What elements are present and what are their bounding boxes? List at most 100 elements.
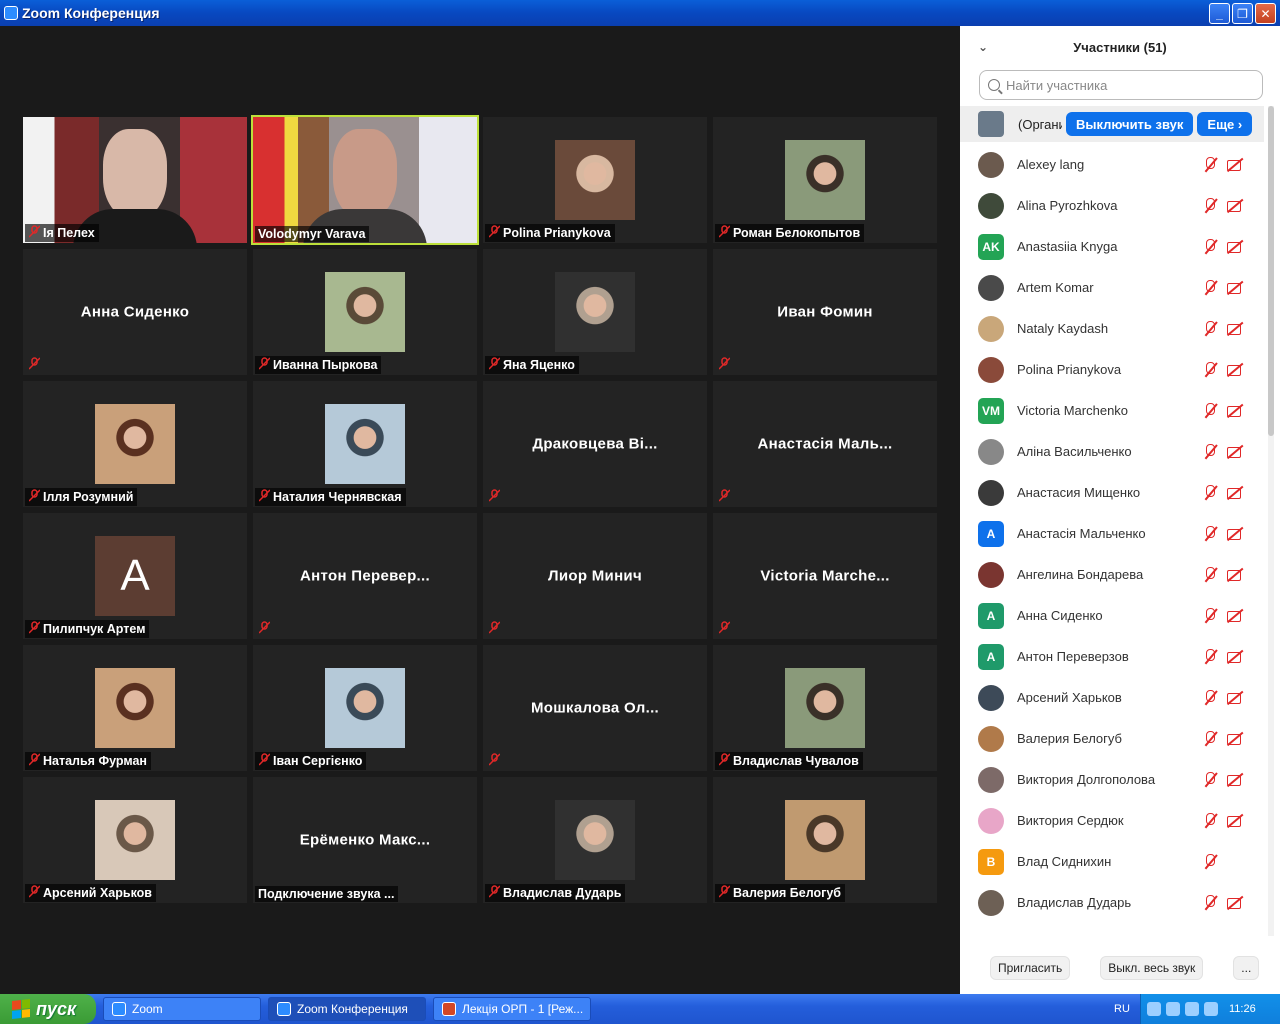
video-tile[interactable]: Иван Фомин <box>713 249 937 375</box>
camera-off-icon <box>1226 238 1244 254</box>
list-item[interactable]: Ангелина Бондарева <box>960 554 1264 595</box>
mute-all-button[interactable]: Выкл. весь звук <box>1100 956 1204 980</box>
mute-button[interactable]: Выключить звук <box>1066 112 1194 136</box>
video-tile[interactable]: Антон Перевер... <box>253 513 477 639</box>
video-tile[interactable]: Наталья Фурман <box>23 645 247 771</box>
maximize-button[interactable]: ❐ <box>1232 3 1253 24</box>
more-options-button[interactable]: ... <box>1233 956 1260 980</box>
mic-muted-icon[interactable] <box>1202 402 1218 419</box>
mic-muted-icon[interactable] <box>1202 689 1218 706</box>
video-tile[interactable]: Мошкалова Ол... <box>483 645 707 771</box>
mic-muted-icon[interactable] <box>1202 730 1218 747</box>
more-button[interactable]: Еще › <box>1197 112 1253 136</box>
list-item[interactable]: A Антон Переверзов <box>960 636 1264 677</box>
video-tile[interactable]: Владислав Чувалов <box>713 645 937 771</box>
list-item[interactable]: Nataly Kaydash <box>960 308 1264 349</box>
mic-muted-icon[interactable] <box>1202 484 1218 501</box>
video-tile[interactable]: Іван Сергієнко <box>253 645 477 771</box>
panel-title: Участники (51) <box>1073 39 1167 55</box>
search-input[interactable]: Найти участника <box>979 70 1263 100</box>
taskbar-item[interactable]: Лекція ОРП - 1 [Реж... <box>433 997 591 1021</box>
camera-off-icon <box>1226 484 1244 500</box>
mic-muted-icon <box>257 753 271 769</box>
list-item[interactable]: A Анна Сиденко <box>960 595 1264 636</box>
mic-muted-icon[interactable] <box>1202 320 1218 337</box>
list-item[interactable]: Polina Prianykova <box>960 349 1264 390</box>
tile-label: Владислав Чувалов <box>715 752 863 770</box>
video-tile[interactable]: Яна Яценко <box>483 249 707 375</box>
mic-muted-icon[interactable] <box>1202 648 1218 665</box>
list-item[interactable]: Анастасия Мищенко <box>960 472 1264 513</box>
scrollbar-thumb[interactable] <box>1268 106 1274 436</box>
list-item[interactable]: AK Anastasiia Knyga <box>960 226 1264 267</box>
video-tile[interactable]: Ерёменко Макс... Подключение звука ... <box>253 777 477 903</box>
list-item[interactable]: Арсений Харьков <box>960 677 1264 718</box>
mic-muted-icon[interactable] <box>1202 566 1218 583</box>
start-button[interactable]: пуск <box>0 994 96 1024</box>
mic-muted-icon[interactable] <box>1202 197 1218 214</box>
video-tile[interactable]: Ілля Розумний <box>23 381 247 507</box>
taskbar-item[interactable]: Zoom <box>103 997 261 1021</box>
video-tile[interactable]: Volodymyr Varava <box>251 115 479 245</box>
network-icon[interactable] <box>1166 1002 1180 1016</box>
participant-name: Владислав Дударь <box>1017 895 1132 910</box>
participant-name: Наталия Чернявская <box>273 490 402 504</box>
tile-label: Наталия Чернявская <box>255 488 406 506</box>
list-item[interactable]: Alina Pyrozhkova <box>960 185 1264 226</box>
video-tile[interactable]: Валерия Белогуб <box>713 777 937 903</box>
security-icon[interactable] <box>1204 1002 1218 1016</box>
tile-label: Пилипчук Артем <box>25 620 150 638</box>
list-item[interactable]: Виктория Сердюк <box>960 800 1264 841</box>
participant-name: Іван Сергієнко <box>273 754 363 768</box>
language-indicator[interactable]: RU <box>1104 994 1140 1024</box>
video-tile[interactable]: Наталия Чернявская <box>253 381 477 507</box>
video-tile[interactable]: Victoria Marche... <box>713 513 937 639</box>
list-item[interactable]: Виктория Долгополова <box>960 759 1264 800</box>
taskbar-item[interactable]: Zoom Конференция <box>268 997 426 1021</box>
mic-muted-icon[interactable] <box>1202 279 1218 296</box>
mic-muted-icon[interactable] <box>1202 443 1218 460</box>
list-item[interactable]: VM Victoria Marchenko <box>960 390 1264 431</box>
host-row[interactable]: (Организатор) Выключить звук Еще › <box>960 106 1264 142</box>
video-tile[interactable]: Иванна Пыркова <box>253 249 477 375</box>
mic-muted-icon[interactable] <box>1202 361 1218 378</box>
list-item[interactable]: Владислав Дударь <box>960 882 1264 923</box>
mic-muted-icon[interactable] <box>1202 156 1218 173</box>
mic-muted-icon[interactable] <box>1202 238 1218 255</box>
list-item[interactable]: Аліна Васильченко <box>960 431 1264 472</box>
video-tile[interactable]: Анастасія Маль... <box>713 381 937 507</box>
video-tile[interactable]: Владислав Дударь <box>483 777 707 903</box>
participant-name: Владислав Дударь <box>503 886 622 900</box>
mic-muted-icon[interactable] <box>1202 812 1218 829</box>
mic-muted-icon[interactable] <box>1202 853 1218 870</box>
tray-arrow-icon[interactable] <box>1147 1002 1161 1016</box>
mic-muted-icon[interactable] <box>1202 894 1218 911</box>
list-item[interactable]: Artem Komar <box>960 267 1264 308</box>
volume-icon[interactable] <box>1185 1002 1199 1016</box>
video-tile[interactable]: A Пилипчук Артем <box>23 513 247 639</box>
chevron-down-icon[interactable]: ⌄ <box>978 40 988 54</box>
tile-label <box>25 356 44 374</box>
participant-name: Анна Сиденко <box>1017 608 1103 623</box>
video-tile[interactable]: Лиор Минич <box>483 513 707 639</box>
video-tile[interactable]: Анна Сиденко <box>23 249 247 375</box>
close-button[interactable]: ✕ <box>1255 3 1276 24</box>
video-tile[interactable]: Роман Белокопытов <box>713 117 937 243</box>
tile-label: Валерия Белогуб <box>715 884 846 902</box>
tile-center-name: Victoria Marche... <box>760 567 890 585</box>
video-tile[interactable]: Ія Пелех <box>23 117 247 243</box>
mic-muted-icon[interactable] <box>1202 771 1218 788</box>
minimize-button[interactable]: _ <box>1209 3 1230 24</box>
video-tile[interactable]: Polina Prianykova <box>483 117 707 243</box>
invite-button[interactable]: Пригласить <box>990 956 1071 980</box>
list-item[interactable]: Alexey lang <box>960 144 1264 185</box>
video-tile[interactable]: Драковцева Ві... <box>483 381 707 507</box>
mic-muted-icon[interactable] <box>1202 607 1218 624</box>
list-item[interactable]: A Анастасія Мальченко <box>960 513 1264 554</box>
mic-muted-icon[interactable] <box>1202 525 1218 542</box>
video-tile[interactable]: Арсений Харьков <box>23 777 247 903</box>
scrollbar[interactable] <box>1268 106 1274 936</box>
tile-label: Владислав Дударь <box>485 884 626 902</box>
list-item[interactable]: B Влад Сидниxин <box>960 841 1264 882</box>
list-item[interactable]: Валерия Белогуб <box>960 718 1264 759</box>
